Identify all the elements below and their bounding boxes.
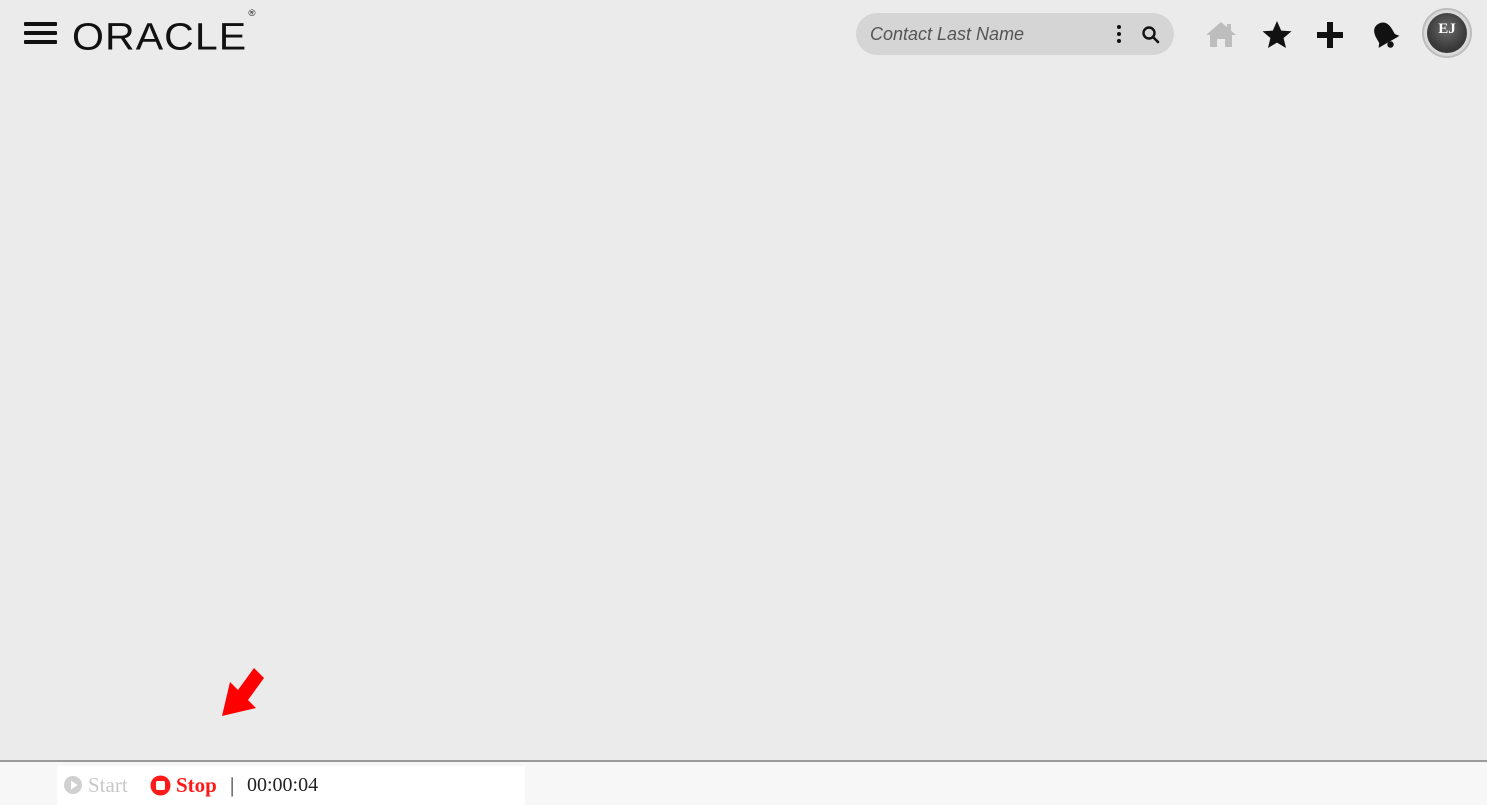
play-icon <box>64 776 82 794</box>
hamburger-menu-icon[interactable] <box>24 20 58 48</box>
elapsed-timer: 00:00:04 <box>247 773 319 796</box>
start-label: Start <box>88 772 128 797</box>
search-icon[interactable] <box>1141 25 1161 45</box>
app-window: ORACLE® Contact Last Name EJ Start Stop … <box>0 0 1487 805</box>
user-avatar[interactable]: EJ <box>1422 8 1472 58</box>
recorder-controls: Start Stop | 00:00:04 <box>57 766 525 805</box>
global-search <box>856 13 1174 55</box>
kebab-icon[interactable] <box>1114 24 1124 44</box>
search-input[interactable] <box>870 21 1110 47</box>
plus-icon[interactable] <box>1312 17 1348 53</box>
oracle-logo[interactable]: ORACLE® <box>72 8 256 58</box>
start-button[interactable]: Start <box>63 773 128 797</box>
recorder-bar: Start Stop | 00:00:04 <box>0 760 1487 805</box>
stop-button[interactable]: Stop <box>150 773 217 797</box>
home-icon[interactable] <box>1203 17 1239 53</box>
star-icon[interactable] <box>1259 17 1295 53</box>
separator: | <box>230 772 235 797</box>
stop-label: Stop <box>176 772 217 797</box>
brand-registered-mark: ® <box>248 8 257 18</box>
red-arrow-annotation <box>222 668 264 716</box>
global-header: ORACLE® Contact Last Name EJ <box>0 0 1487 70</box>
user-initials: EJ <box>1438 21 1456 37</box>
brand-name: ORACLE <box>72 16 248 59</box>
bell-icon[interactable] <box>1367 17 1403 53</box>
stop-icon <box>150 775 171 795</box>
